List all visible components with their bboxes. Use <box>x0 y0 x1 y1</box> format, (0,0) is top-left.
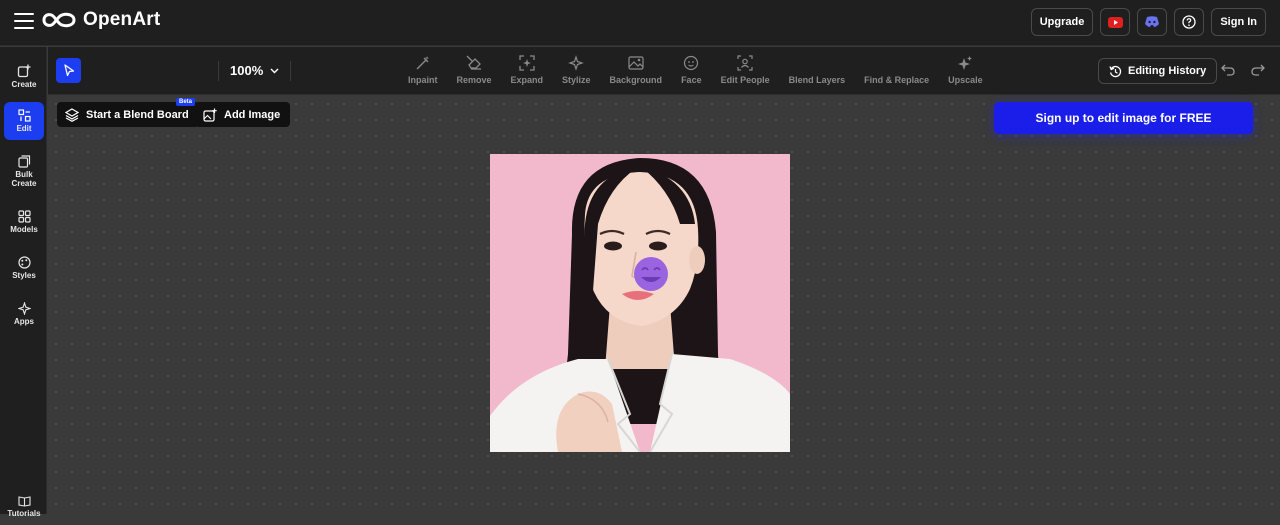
editor-toolbar: 100% Inpaint Remove Expand Stylize Backg… <box>48 47 1280 95</box>
editing-history-label: Editing History <box>1128 65 1207 77</box>
tool-label: Face <box>681 75 702 85</box>
top-bar: OpenArt Upgrade Sign In <box>0 0 1280 46</box>
sidebar-item-label: Apps <box>14 317 34 326</box>
tool-label: Blend Layers <box>788 75 846 85</box>
tool-upscale[interactable]: Upscale <box>948 55 983 85</box>
tool-face[interactable]: Face <box>681 55 702 85</box>
logo[interactable]: OpenArt <box>41 9 160 31</box>
start-blend-board-label: Start a Blend Board <box>86 108 189 121</box>
stylize-icon <box>568 55 585 71</box>
upscale-icon <box>958 56 973 70</box>
help-icon <box>1182 15 1196 29</box>
portrait-image <box>490 154 790 452</box>
sidebar-item-label: Styles <box>12 271 36 280</box>
discord-icon <box>1145 16 1160 27</box>
cursor-icon <box>63 64 74 77</box>
history-icon <box>1109 65 1122 77</box>
sidebar-item-label: Create <box>11 79 37 89</box>
tool-stylize[interactable]: Stylize <box>562 55 591 85</box>
add-image-icon <box>203 108 217 122</box>
sign-in-button[interactable]: Sign In <box>1211 8 1266 36</box>
add-image-label: Add Image <box>224 108 281 121</box>
discord-button[interactable] <box>1137 8 1168 36</box>
toolbar-divider <box>218 61 219 81</box>
models-icon <box>17 210 31 223</box>
tool-blend-layers[interactable]: Blend Layers <box>789 55 846 85</box>
tool-find-replace[interactable]: Find & Replace <box>864 55 929 85</box>
bulk-create-icon <box>17 154 30 168</box>
tool-background[interactable]: Background <box>609 55 663 85</box>
expand-icon <box>519 55 535 71</box>
sidebar-item-styles[interactable]: Styles <box>4 249 44 287</box>
tool-remove[interactable]: Remove <box>457 55 492 85</box>
sidebar-item-edit[interactable]: Edit <box>4 102 44 140</box>
sidebar-item-apps[interactable]: Apps <box>4 295 44 333</box>
openart-logo-icon <box>42 12 76 28</box>
tool-label: Stylize <box>562 75 591 85</box>
beta-badge: Beta <box>176 98 196 106</box>
edit-tools: Inpaint Remove Expand Stylize Background… <box>408 55 1002 85</box>
signup-cta-button[interactable]: Sign up to edit image for FREE <box>994 102 1253 134</box>
tool-label: Inpaint <box>408 75 438 85</box>
styles-icon <box>17 256 31 269</box>
redo-icon[interactable] <box>1251 64 1265 76</box>
sidebar-item-label: Tutorials <box>7 508 41 518</box>
tool-label: Upscale <box>948 75 983 85</box>
tool-edit-people[interactable]: Edit People <box>721 55 770 85</box>
upgrade-button[interactable]: Upgrade <box>1030 8 1094 36</box>
create-icon <box>17 64 31 77</box>
youtube-icon <box>1107 16 1123 28</box>
toolbar-divider <box>290 61 291 81</box>
sidebar: Create Edit Bulk Create Models Styles Ap… <box>0 47 47 518</box>
menu-icon[interactable] <box>14 13 34 29</box>
help-button[interactable] <box>1174 8 1205 36</box>
tool-label: Edit People <box>720 75 770 85</box>
canvas-image[interactable] <box>490 154 790 452</box>
logo-text: OpenArt <box>83 9 161 30</box>
remove-icon <box>466 55 481 70</box>
zoom-level: 100% <box>230 63 264 78</box>
inpaint-icon <box>416 56 429 70</box>
youtube-button[interactable] <box>1100 8 1131 36</box>
tool-label: Background <box>609 75 663 85</box>
tool-label: Expand <box>510 75 544 85</box>
tutorials-icon <box>17 495 31 507</box>
edit-people-icon <box>737 55 753 71</box>
sidebar-item-label: Bulk Create <box>11 169 37 188</box>
select-tool-button[interactable] <box>56 58 81 83</box>
sidebar-item-bulk-create[interactable]: Bulk Create <box>4 150 44 192</box>
background-icon <box>628 56 644 70</box>
zoom-dropdown[interactable]: 100% <box>230 63 279 78</box>
chevron-down-icon <box>270 68 279 73</box>
undo-icon[interactable] <box>1221 64 1235 76</box>
sidebar-item-create[interactable]: Create <box>4 57 44 95</box>
sidebar-item-tutorials[interactable]: Tutorials <box>4 487 44 525</box>
editing-history-button[interactable]: Editing History <box>1098 58 1218 84</box>
face-icon <box>684 55 699 71</box>
add-image-button[interactable]: Add Image <box>195 102 291 127</box>
tool-expand[interactable]: Expand <box>510 55 544 85</box>
sidebar-item-label: Models <box>10 225 38 234</box>
sidebar-item-models[interactable]: Models <box>4 203 44 241</box>
tool-inpaint[interactable]: Inpaint <box>408 55 438 85</box>
apps-icon <box>17 302 31 315</box>
edit-icon <box>17 109 31 122</box>
tool-label: Remove <box>456 75 492 85</box>
tool-label: Find & Replace <box>864 75 930 85</box>
sidebar-item-label: Edit <box>16 124 32 133</box>
layers-icon <box>65 107 79 122</box>
